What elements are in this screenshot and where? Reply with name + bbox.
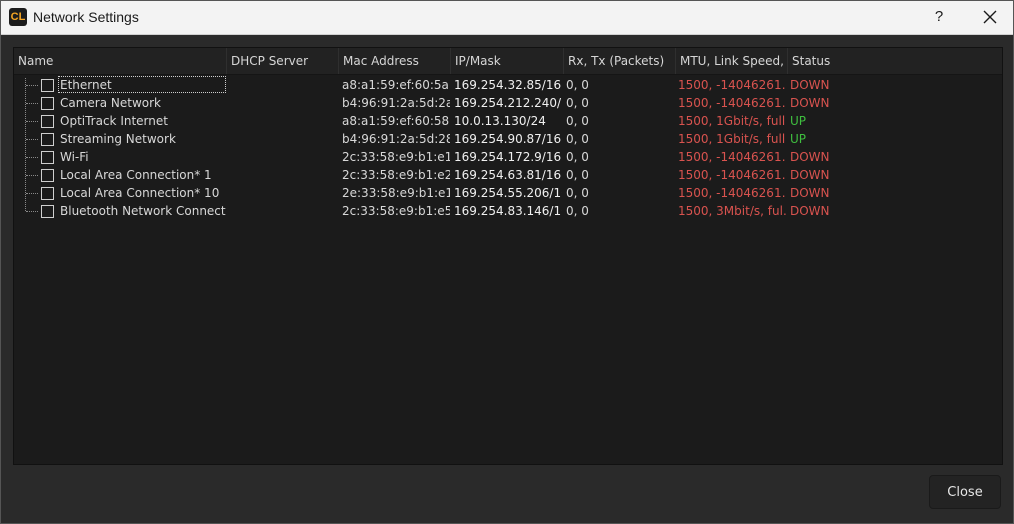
adapter-name: Bluetooth Network Connection: [60, 204, 226, 218]
dhcp-server-value: [231, 184, 337, 202]
ip-mask-value: 169.254.90.87/16: [454, 132, 562, 146]
adapter-name: Local Area Connection* 10: [60, 186, 220, 200]
rx-tx-value: 0, 0: [566, 132, 589, 146]
mac-address-value: b4:96:91:2a:5d:2a: [342, 96, 450, 110]
table-row[interactable]: Local Area Connection* 1 2c:33:58:e9:b1:e…: [14, 166, 1002, 184]
adapter-name: Local Area Connection* 1: [60, 168, 212, 182]
rx-tx-value: 0, 0: [566, 114, 589, 128]
dhcp-server-value: [231, 166, 337, 184]
mac-address-value: 2c:33:58:e9:b1:e1: [342, 150, 450, 164]
dhcp-server-value: [231, 112, 337, 130]
mac-address-value: 2c:33:58:e9:b1:e2: [342, 168, 450, 182]
adapter-checkbox[interactable]: [41, 169, 54, 182]
adapter-name: Streaming Network: [60, 132, 176, 146]
table-row[interactable]: Camera Network b4:96:91:2a:5d:2a 169.254.2…: [14, 94, 1002, 112]
table-row[interactable]: Wi-Fi 2c:33:58:e9:b1:e1 169.254.172.9/16 0,…: [14, 148, 1002, 166]
title-bar: CL Network Settings ?: [1, 1, 1013, 35]
tree-branch-line: [26, 193, 38, 194]
close-icon: [983, 10, 997, 24]
status-value: DOWN: [790, 96, 830, 110]
adapter-name: Camera Network: [60, 96, 162, 110]
dhcp-server-value: [231, 202, 337, 220]
adapter-name: Wi-Fi: [60, 150, 89, 164]
ip-mask-value: 169.254.63.81/16: [454, 168, 562, 182]
mtu-link-speed-value: 1500, 1Gbit/s, full…: [678, 132, 786, 146]
column-header-dhcp-server[interactable]: DHCP Server: [227, 48, 339, 74]
column-header-mtu-link-speed[interactable]: MTU, Link Speed, Du: [676, 48, 788, 74]
tree-branch-line: [26, 121, 38, 122]
status-value: DOWN: [790, 186, 830, 200]
tree-branch-line: [26, 175, 38, 176]
ip-mask-value: 10.0.13.130/24: [454, 114, 546, 128]
tree-branch-line: [26, 139, 38, 140]
status-value: DOWN: [790, 78, 830, 92]
mtu-link-speed-value: 1500, -14046261…: [678, 186, 786, 200]
tree-branch-line: [26, 157, 38, 158]
adapter-name: OptiTrack Internet: [60, 114, 168, 128]
mtu-link-speed-value: 1500, 1Gbit/s, full…: [678, 114, 786, 128]
mtu-link-speed-value: 1500, -14046261…: [678, 150, 786, 164]
status-value: DOWN: [790, 204, 830, 218]
table-row[interactable]: OptiTrack Internet a8:a1:59:ef:60:58 10.0.…: [14, 112, 1002, 130]
mac-address-value: 2c:33:58:e9:b1:e5: [342, 204, 450, 218]
table-header: Name DHCP Server Mac Address IP/Mask Rx,…: [14, 48, 1002, 75]
adapter-checkbox[interactable]: [41, 151, 54, 164]
table-row[interactable]: Ethernet a8:a1:59:ef:60:5a 169.254.32.85/1…: [14, 76, 1002, 94]
network-settings-dialog: CL Network Settings ? Name DHCP Server M…: [0, 0, 1014, 524]
rx-tx-value: 0, 0: [566, 204, 589, 218]
tree-branch-line: [26, 211, 38, 212]
ip-mask-value: 169.254.212.240/…: [454, 96, 562, 110]
column-header-status[interactable]: Status: [788, 48, 1002, 74]
table-row[interactable]: Bluetooth Network Connection 2c:33:58:e9:…: [14, 202, 1002, 220]
mac-address-value: a8:a1:59:ef:60:58: [342, 114, 450, 128]
window-close-button[interactable]: [975, 5, 1005, 29]
mtu-link-speed-value: 1500, -14046261…: [678, 168, 786, 182]
mtu-link-speed-value: 1500, -14046261…: [678, 96, 786, 110]
status-value: UP: [790, 114, 807, 128]
close-button[interactable]: Close: [929, 475, 1001, 509]
ip-mask-value: 169.254.32.85/16: [454, 78, 562, 92]
rx-tx-value: 0, 0: [566, 186, 589, 200]
tree-branch-line: [26, 85, 38, 86]
column-header-mac-address[interactable]: Mac Address: [339, 48, 451, 74]
mtu-link-speed-value: 1500, 3Mbit/s, ful…: [678, 204, 786, 218]
window-title: Network Settings: [33, 9, 139, 25]
dhcp-server-value: [231, 94, 337, 112]
table-row[interactable]: Local Area Connection* 10 2e:33:58:e9:b1:…: [14, 184, 1002, 202]
tree-branch-line: [26, 103, 38, 104]
adapter-checkbox[interactable]: [41, 133, 54, 146]
adapter-checkbox[interactable]: [41, 205, 54, 218]
rx-tx-value: 0, 0: [566, 96, 589, 110]
ip-mask-value: 169.254.172.9/16: [454, 150, 562, 164]
rx-tx-value: 0, 0: [566, 78, 589, 92]
mac-address-value: b4:96:91:2a:5d:28: [342, 132, 450, 146]
adapters-table: Name DHCP Server Mac Address IP/Mask Rx,…: [13, 47, 1003, 465]
adapter-checkbox[interactable]: [41, 115, 54, 128]
column-header-rx-tx[interactable]: Rx, Tx (Packets): [564, 48, 676, 74]
help-button[interactable]: ?: [925, 5, 953, 29]
mac-address-value: a8:a1:59:ef:60:5a: [342, 78, 449, 92]
adapter-checkbox[interactable]: [41, 97, 54, 110]
ip-mask-value: 169.254.83.146/16: [454, 204, 562, 218]
rx-tx-value: 0, 0: [566, 168, 589, 182]
status-value: DOWN: [790, 168, 830, 182]
column-header-ip-mask[interactable]: IP/Mask: [451, 48, 564, 74]
dhcp-server-value: [231, 130, 337, 148]
mac-address-value: 2e:33:58:e9:b1:e1: [342, 186, 450, 200]
adapter-name: Ethernet: [60, 78, 112, 92]
status-value: UP: [790, 132, 807, 146]
table-row[interactable]: Streaming Network b4:96:91:2a:5d:28 169.25…: [14, 130, 1002, 148]
column-header-name[interactable]: Name: [14, 48, 227, 74]
mtu-link-speed-value: 1500, -14046261…: [678, 78, 786, 92]
status-value: DOWN: [790, 150, 830, 164]
ip-mask-value: 169.254.55.206/16: [454, 186, 562, 200]
dhcp-server-value: [231, 148, 337, 166]
adapter-checkbox[interactable]: [41, 187, 54, 200]
rx-tx-value: 0, 0: [566, 150, 589, 164]
dhcp-server-value: [231, 76, 337, 94]
app-logo-icon: CL: [9, 8, 27, 26]
adapter-checkbox[interactable]: [41, 79, 54, 92]
